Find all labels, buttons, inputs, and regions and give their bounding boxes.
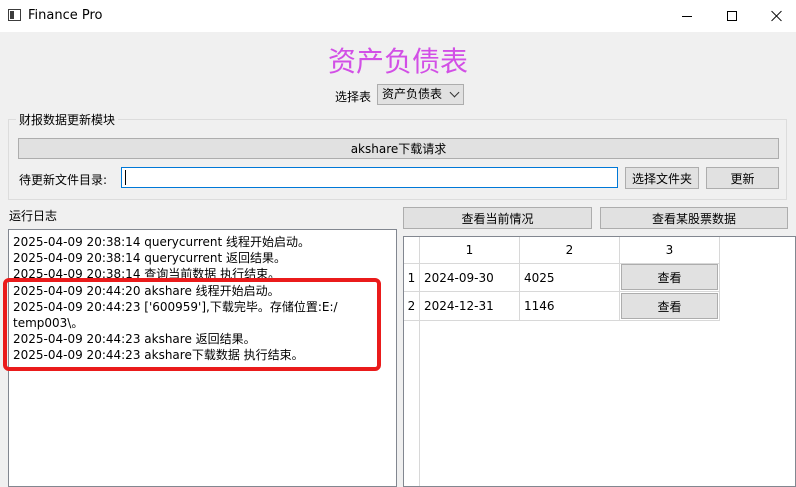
row-header[interactable]: 2 [404, 292, 420, 321]
row-header-column [404, 321, 420, 486]
maximize-button[interactable] [709, 0, 755, 32]
date-cell[interactable]: 2024-09-30 [420, 264, 520, 292]
highlight-annotation [3, 278, 381, 371]
close-button[interactable] [754, 0, 796, 32]
action-cell: 查看 [620, 264, 720, 292]
close-icon [771, 10, 783, 22]
chevron-down-icon [449, 87, 460, 98]
dir-input[interactable] [121, 167, 618, 188]
table-select-value: 资产负债表 [382, 87, 443, 101]
pick-folder-button[interactable]: 选择文件夹 [625, 167, 699, 189]
minimize-button[interactable] [664, 0, 710, 32]
log-title: 运行日志 [9, 209, 58, 223]
maximize-icon [727, 11, 737, 21]
value-cell[interactable]: 4025 [520, 264, 620, 292]
update-module-title: 财报数据更新模块 [16, 111, 119, 128]
data-table: 1 2 3 1 2024-09-30 4025 查看 2 2024-12-31 … [403, 236, 796, 487]
log-line: 2025-04-09 20:38:14 querycurrent 线程开始启动。 [13, 235, 311, 249]
text-caret [125, 170, 126, 185]
action-cell: 查看 [620, 292, 720, 321]
date-cell[interactable]: 2024-12-31 [420, 292, 520, 321]
value-cell[interactable]: 1146 [520, 292, 620, 321]
update-button[interactable]: 更新 [706, 167, 779, 189]
table-select[interactable]: 资产负债表 [377, 84, 464, 105]
akshare-download-button[interactable]: akshare下载请求 [18, 138, 779, 159]
table-select-label: 选择表 [335, 90, 372, 104]
view-row-button[interactable]: 查看 [621, 264, 718, 290]
table-corner [404, 237, 420, 264]
window-title: Finance Pro [28, 8, 103, 23]
column-header[interactable]: 2 [520, 237, 620, 264]
log-line: 2025-04-09 20:38:14 querycurrent 返回结果。 [13, 251, 287, 265]
dir-label: 待更新文件目录: [19, 173, 108, 187]
page-title: 资产负债表 [327, 45, 468, 78]
view-row-button[interactable]: 查看 [621, 293, 718, 319]
column-header[interactable]: 3 [620, 237, 720, 264]
row-header[interactable]: 1 [404, 264, 420, 292]
window-icon [8, 9, 21, 21]
column-header[interactable]: 1 [420, 237, 520, 264]
view-current-state-button[interactable]: 查看当前情况 [403, 207, 592, 229]
title-bar: Finance Pro [0, 0, 796, 32]
minimize-icon [682, 15, 692, 17]
view-stock-data-button[interactable]: 查看某股票数据 [600, 207, 788, 229]
